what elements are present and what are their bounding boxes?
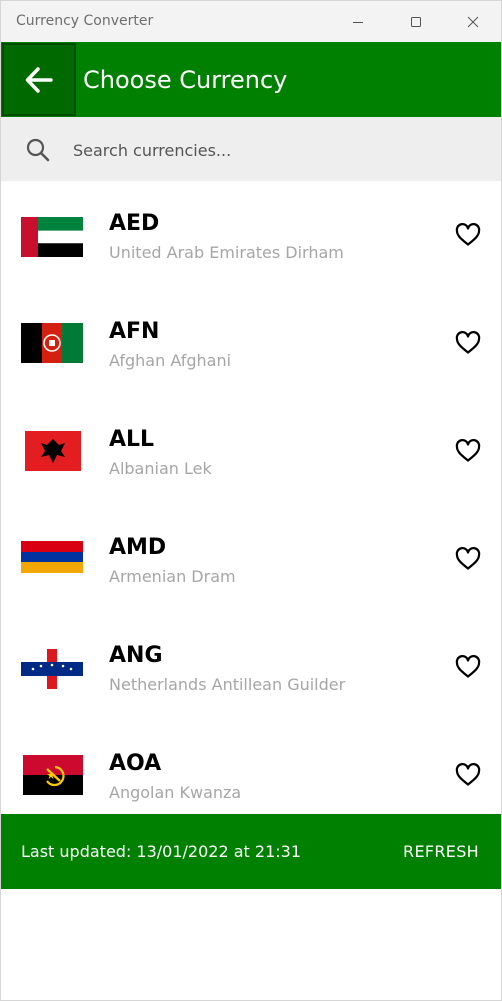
currency-list: AED United Arab Emirates Dirham AFN Afgh… <box>1 181 501 814</box>
currency-code: AED <box>109 211 160 236</box>
currency-row-amd[interactable]: AMD Armenian Dram <box>1 505 501 613</box>
app-header: Choose Currency <box>1 42 501 117</box>
heart-icon <box>455 655 481 678</box>
currency-row-aoa[interactable]: AOA Angolan Kwanza <box>1 721 501 814</box>
heart-icon <box>455 763 481 786</box>
favorite-button[interactable] <box>452 759 484 791</box>
favorite-button[interactable] <box>452 435 484 467</box>
currency-name: Angolan Kwanza <box>109 783 242 802</box>
currency-code: AOA <box>109 751 162 776</box>
maximize-button[interactable] <box>393 1 439 42</box>
currency-name: United Arab Emirates Dirham <box>109 243 344 262</box>
heart-icon <box>455 223 481 246</box>
favorite-button[interactable] <box>452 219 484 251</box>
close-button[interactable] <box>450 1 496 42</box>
last-updated-text: Last updated: 13/01/2022 at 21:31 <box>21 842 301 861</box>
currency-name: Albanian Lek <box>109 459 212 478</box>
status-footer: Last updated: 13/01/2022 at 21:31 REFRES… <box>1 814 501 889</box>
flag-angola-icon <box>23 755 83 795</box>
minimize-icon <box>353 21 363 23</box>
currency-row-aed[interactable]: AED United Arab Emirates Dirham <box>1 181 501 289</box>
minimize-button[interactable] <box>335 1 381 42</box>
refresh-button[interactable]: REFRESH <box>403 842 479 861</box>
currency-row-all[interactable]: ALL Albanian Lek <box>1 397 501 505</box>
search-input[interactable] <box>73 137 473 163</box>
currency-code: AMD <box>109 535 167 560</box>
currency-name: Armenian Dram <box>109 567 236 586</box>
back-button[interactable] <box>2 43 76 116</box>
window-title: Currency Converter <box>16 13 154 29</box>
favorite-button[interactable] <box>452 543 484 575</box>
currency-row-ang[interactable]: ANG Netherlands Antillean Guilder <box>1 613 501 721</box>
app-window: Currency Converter Choose Currency Searc… <box>0 0 502 1001</box>
currency-row-afn[interactable]: AFN Afghan Afghani <box>1 289 501 397</box>
currency-code: ANG <box>109 643 163 668</box>
flag-armenia-icon <box>21 541 83 573</box>
currency-name: Afghan Afghani <box>109 351 232 370</box>
flag-uae-icon <box>21 217 83 257</box>
close-icon <box>467 16 479 27</box>
currency-code: ALL <box>109 427 155 452</box>
currency-name: Netherlands Antillean Guilder <box>109 675 346 694</box>
favorite-button[interactable] <box>452 651 484 683</box>
flag-netherlands-antilles-icon <box>21 649 83 689</box>
favorite-button[interactable] <box>452 327 484 359</box>
heart-icon <box>455 331 481 354</box>
flag-afghanistan-icon <box>21 323 83 363</box>
currency-code: AFN <box>109 319 160 344</box>
arrow-left-icon <box>25 66 53 93</box>
heart-icon <box>455 547 481 570</box>
heart-icon <box>455 439 481 462</box>
maximize-icon <box>411 16 421 27</box>
title-bar: Currency Converter <box>1 1 501 42</box>
page-title: Choose Currency <box>83 66 288 94</box>
flag-albania-icon <box>25 431 81 471</box>
search-icon <box>25 137 51 163</box>
search-bar <box>1 117 501 181</box>
